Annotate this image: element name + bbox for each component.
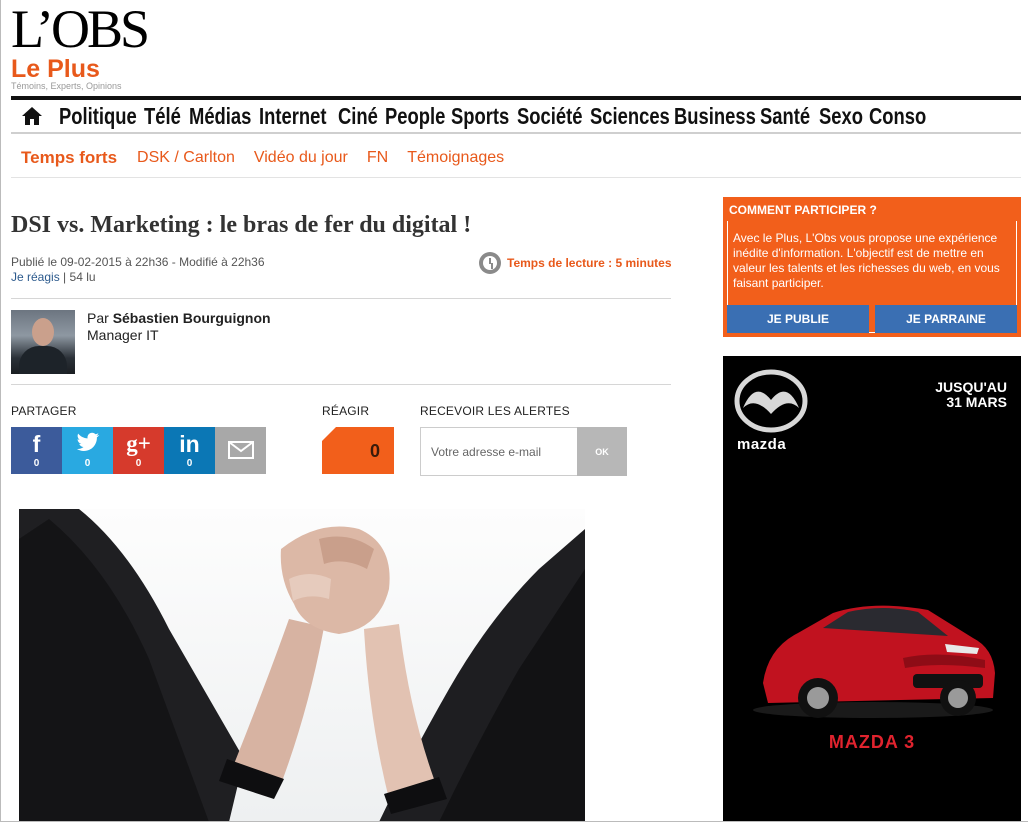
subnav-temoignages[interactable]: Témoignages bbox=[407, 149, 504, 167]
subnav-dsk-carlton[interactable]: DSK / Carlton bbox=[137, 149, 235, 167]
nav-people[interactable]: People bbox=[385, 103, 445, 130]
logo[interactable]: L’OBS bbox=[11, 2, 171, 56]
sponsor-button[interactable]: JE PARRAINE bbox=[875, 305, 1017, 333]
arm-wrestling-image bbox=[19, 509, 585, 821]
alerts-ok-button[interactable]: OK bbox=[577, 427, 627, 476]
googleplus-share-button[interactable]: g+ 0 bbox=[113, 427, 164, 474]
nav-sports[interactable]: Sports bbox=[451, 103, 509, 130]
divider bbox=[11, 384, 671, 385]
mazda-ad[interactable]: mazda JUSQU'AU 31 MARS MAZDA 3 bbox=[723, 356, 1021, 821]
site-brand[interactable]: L’OBS Le Plus Témoins, Experts, Opinions bbox=[11, 2, 171, 92]
mail-icon bbox=[227, 439, 254, 463]
mazda-logo-icon bbox=[734, 369, 808, 433]
twitter-share-button[interactable]: 0 bbox=[62, 427, 113, 474]
participate-text: Avec le Plus, L'Obs vous propose une exp… bbox=[733, 231, 1000, 290]
react-link[interactable]: Je réagis bbox=[11, 270, 60, 284]
home-icon[interactable] bbox=[17, 103, 47, 129]
nav-medias[interactable]: Médias bbox=[189, 103, 251, 130]
email-share-button[interactable] bbox=[215, 427, 266, 474]
speech-bubble-icon bbox=[322, 427, 336, 441]
ad-promo: JUSQU'AU 31 MARS bbox=[935, 380, 1007, 410]
alerts-label: RECEVOIR LES ALERTES bbox=[420, 404, 570, 418]
facebook-icon: f bbox=[32, 430, 41, 457]
subnav-video-du-jour[interactable]: Vidéo du jour bbox=[254, 149, 348, 167]
article-meta: Publié le 09-02-2015 à 22h36 - Modifié à… bbox=[11, 255, 265, 285]
email-input[interactable]: Votre adresse e-mail bbox=[420, 427, 578, 476]
nav-sante[interactable]: Santé bbox=[760, 103, 812, 130]
nav-conso[interactable]: Conso bbox=[869, 103, 926, 130]
ad-promo-line1: JUSQU'AU bbox=[935, 379, 1007, 395]
reading-time-text: Temps de lecture : 5 minutes bbox=[507, 256, 672, 270]
author-role: Manager IT bbox=[87, 327, 159, 343]
author-name[interactable]: Sébastien Bourguignon bbox=[113, 310, 271, 326]
author-avatar[interactable] bbox=[11, 310, 75, 374]
clock-icon bbox=[479, 252, 501, 274]
nav-internet[interactable]: Internet bbox=[259, 103, 327, 130]
googleplus-count: 0 bbox=[135, 457, 142, 469]
meta-separator: | bbox=[63, 270, 67, 284]
react-label: RÉAGIR bbox=[322, 404, 370, 418]
facebook-share-button[interactable]: f 0 bbox=[11, 427, 62, 474]
publish-button[interactable]: JE PUBLIE bbox=[727, 305, 869, 333]
page: L’OBS Le Plus Témoins, Experts, Opinions… bbox=[0, 0, 1028, 822]
main-nav-items: Politique Télé Médias Internet Ciné Peop… bbox=[59, 103, 926, 130]
avatar-head bbox=[32, 318, 54, 346]
twitter-icon bbox=[76, 432, 100, 456]
nav-sciences[interactable]: Sciences bbox=[590, 103, 670, 130]
reading-time: Temps de lecture : 5 minutes bbox=[479, 252, 672, 274]
home-icon-svg bbox=[22, 107, 42, 125]
nav-cine[interactable]: Ciné bbox=[338, 103, 380, 130]
nav-tele[interactable]: Télé bbox=[144, 103, 185, 130]
nav-sexo[interactable]: Sexo bbox=[819, 103, 864, 130]
nav-politique[interactable]: Politique bbox=[59, 103, 137, 130]
ad-brand: mazda bbox=[737, 436, 787, 453]
ad-promo-line2: 31 MARS bbox=[946, 394, 1007, 410]
react-count: 0 bbox=[369, 441, 380, 461]
twitter-count: 0 bbox=[84, 457, 91, 469]
author-prefix: Par bbox=[87, 310, 109, 326]
author-info: Par Sébastien Bourguignon Manager IT bbox=[87, 310, 271, 374]
participate-buttons: JE PUBLIE JE PARRAINE bbox=[727, 305, 1017, 333]
share-buttons: f 0 0 g+ 0 in 0 bbox=[11, 427, 266, 474]
tagline: Témoins, Experts, Opinions bbox=[11, 81, 122, 91]
react-button[interactable]: 0 bbox=[322, 427, 394, 474]
publish-date: Publié le 09-02-2015 à 22h36 - Modifié à… bbox=[11, 255, 265, 269]
avatar-body bbox=[19, 346, 67, 374]
googleplus-icon: g+ bbox=[126, 430, 151, 456]
nav-societe[interactable]: Société bbox=[517, 103, 582, 130]
nav-business[interactable]: Business bbox=[674, 103, 756, 130]
share-label: PARTAGER bbox=[11, 404, 77, 418]
main-nav: Politique Télé Médias Internet Ciné Peop… bbox=[11, 96, 1021, 134]
linkedin-count: 0 bbox=[186, 457, 193, 469]
participate-heading: COMMENT PARTICIPER ? bbox=[729, 203, 877, 217]
ad-model: MAZDA 3 bbox=[828, 732, 916, 752]
linkedin-share-button[interactable]: in 0 bbox=[164, 427, 215, 474]
car-image bbox=[753, 605, 995, 718]
participate-box: COMMENT PARTICIPER ? Avec le Plus, L'Obs… bbox=[723, 197, 1021, 337]
author-block: Par Sébastien Bourguignon Manager IT bbox=[11, 310, 271, 374]
subnav-temps-forts[interactable]: Temps forts bbox=[21, 148, 117, 168]
read-count: 54 lu bbox=[69, 270, 96, 284]
article-title: DSI vs. Marketing : le bras de fer du di… bbox=[11, 212, 472, 238]
section-name[interactable]: Le Plus bbox=[11, 57, 171, 82]
divider bbox=[11, 298, 671, 299]
article-image bbox=[19, 509, 585, 821]
linkedin-icon: in bbox=[179, 430, 200, 457]
facebook-count: 0 bbox=[33, 457, 40, 469]
sub-nav: Temps forts DSK / Carlton Vidéo du jour … bbox=[11, 138, 1021, 178]
subnav-fn[interactable]: FN bbox=[367, 149, 388, 167]
